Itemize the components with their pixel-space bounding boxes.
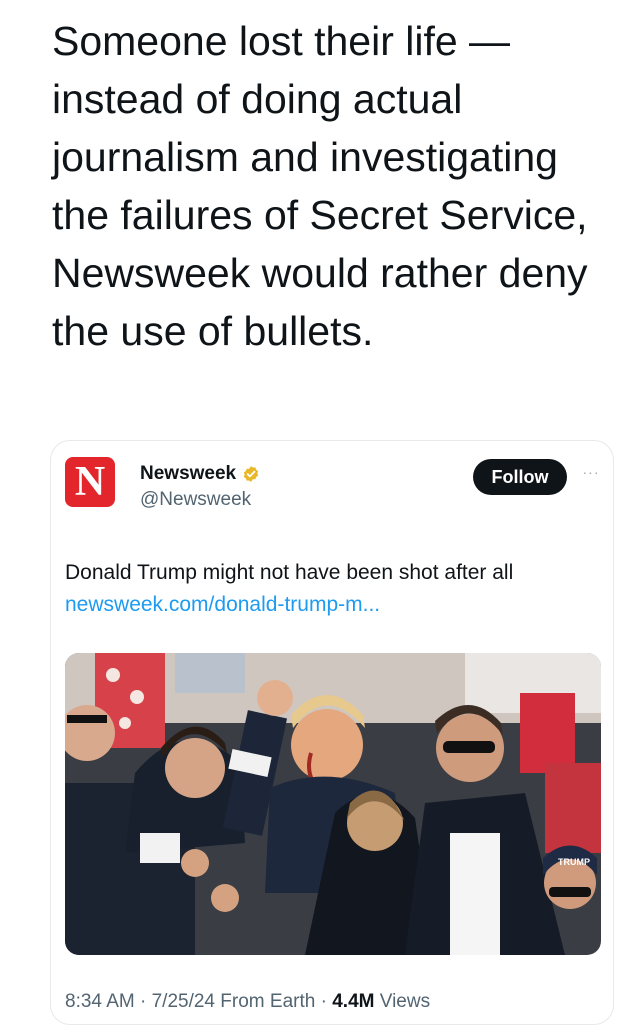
article-link[interactable]: newsweek.com/donald-trump-m... bbox=[65, 593, 380, 617]
views-count: 4.4M bbox=[332, 991, 375, 1012]
views-label: Views bbox=[374, 991, 431, 1012]
tweet-date[interactable]: 7/25/24 bbox=[152, 991, 215, 1012]
account-name[interactable]: Newsweek bbox=[140, 463, 236, 485]
photo-illustration: TRUMP bbox=[65, 653, 601, 955]
quoted-tweet-text: Donald Trump might not have been shot af… bbox=[65, 561, 514, 584]
more-options-icon[interactable]: ··· bbox=[579, 463, 603, 487]
account-handle[interactable]: @Newsweek bbox=[140, 489, 251, 511]
tweet-meta: 8:34 AM · 7/25/24 From Earth · 4.4M View… bbox=[65, 991, 430, 1013]
verified-badge-icon bbox=[244, 466, 259, 482]
account-name-row: Newsweek bbox=[140, 463, 260, 485]
post-text: Someone lost their life — instead of doi… bbox=[52, 18, 588, 354]
tweet-time[interactable]: 8:34 AM bbox=[65, 991, 135, 1012]
cap-text: TRUMP bbox=[558, 857, 590, 867]
tweet-photo[interactable]: TRUMP bbox=[65, 653, 601, 955]
meta-separator: · bbox=[134, 991, 152, 1012]
avatar-letter: N bbox=[74, 459, 106, 505]
follow-button[interactable]: Follow bbox=[473, 459, 567, 495]
tweet-source: From Earth bbox=[215, 991, 316, 1012]
newsweek-avatar[interactable]: N bbox=[65, 457, 115, 507]
quoted-tweet-card[interactable]: N Newsweek @Newsweek Follow ··· Donald T… bbox=[50, 440, 614, 1025]
meta-separator: · bbox=[315, 991, 333, 1012]
